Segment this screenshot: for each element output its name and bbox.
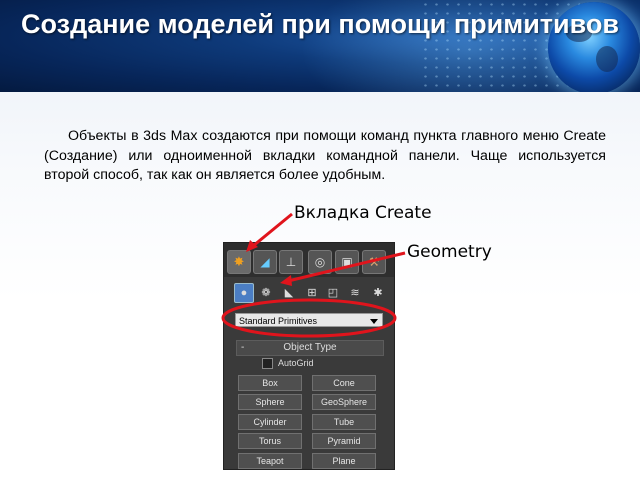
lights-category-button[interactable]: ◣ bbox=[280, 283, 298, 301]
slide-title: Создание моделей при помощи примитивов bbox=[21, 9, 619, 39]
object-type-rollout-header[interactable]: - Object Type bbox=[236, 340, 384, 356]
dropdown-arrow-icon bbox=[370, 319, 378, 324]
shapes-category-button[interactable]: ❁ bbox=[257, 283, 275, 301]
display-tab[interactable]: ▣ bbox=[335, 250, 359, 274]
callout-geometry: Geometry bbox=[407, 242, 492, 262]
create-tab[interactable]: ✸ bbox=[227, 250, 251, 274]
motion-icon: ◎ bbox=[314, 255, 326, 269]
teapot-button[interactable]: Teapot bbox=[238, 453, 302, 469]
shapes-icon: ❁ bbox=[261, 286, 271, 299]
pyramid-button[interactable]: Pyramid bbox=[312, 433, 376, 449]
geosphere-button[interactable]: GeoSphere bbox=[312, 394, 376, 410]
hierarchy-icon: ⊥ bbox=[285, 255, 297, 269]
rollout-title: Object Type bbox=[283, 342, 337, 353]
sphere-button[interactable]: Sphere bbox=[238, 394, 302, 410]
command-panel-tabs: ✸ ◢ ⊥ ◎ ▣ ⚒ bbox=[224, 243, 394, 277]
body-paragraph: Объекты в 3ds Max создаются при помощи к… bbox=[44, 128, 606, 183]
tube-button[interactable]: Tube bbox=[312, 414, 376, 430]
cone-button[interactable]: Cone bbox=[312, 375, 376, 391]
systems-icon: ✱ bbox=[373, 286, 383, 299]
box-button[interactable]: Box bbox=[238, 375, 302, 391]
autogrid-label: AutoGrid bbox=[278, 358, 314, 368]
cameras-category-button[interactable]: ⊞ bbox=[303, 283, 321, 301]
geometry-icon: ● bbox=[240, 287, 248, 299]
cylinder-button[interactable]: Cylinder bbox=[238, 414, 302, 430]
hierarchy-tab[interactable]: ⊥ bbox=[279, 250, 303, 274]
helpers-category-button[interactable]: ◰ bbox=[324, 283, 342, 301]
command-panel: ✸ ◢ ⊥ ◎ ▣ ⚒ ● ❁ ◣ ⊞ ◰ ≋ ✱ Standard Primi… bbox=[223, 242, 395, 470]
callout-create-tab: Вкладка Create bbox=[294, 203, 432, 223]
geometry-category-button[interactable]: ● bbox=[234, 283, 254, 303]
lights-icon: ◣ bbox=[284, 286, 294, 299]
primitives-dropdown[interactable]: Standard Primitives bbox=[235, 313, 383, 327]
autogrid-checkbox[interactable] bbox=[262, 358, 273, 369]
utilities-icon: ⚒ bbox=[368, 255, 380, 269]
utilities-tab[interactable]: ⚒ bbox=[362, 250, 386, 274]
dropdown-value: Standard Primitives bbox=[239, 316, 318, 326]
rollout-toggle: - bbox=[241, 342, 245, 353]
globe-continent bbox=[596, 46, 618, 72]
space-warps-category-button[interactable]: ≋ bbox=[346, 283, 364, 301]
systems-category-button[interactable]: ✱ bbox=[369, 283, 387, 301]
space-warps-icon: ≋ bbox=[350, 286, 360, 299]
torus-button[interactable]: Torus bbox=[238, 433, 302, 449]
category-buttons: ● ❁ ◣ ⊞ ◰ ≋ ✱ bbox=[224, 281, 394, 305]
cameras-icon: ⊞ bbox=[307, 286, 317, 299]
modify-tab[interactable]: ◢ bbox=[253, 250, 277, 274]
create-icon: ✸ bbox=[233, 254, 245, 269]
motion-tab[interactable]: ◎ bbox=[308, 250, 332, 274]
helpers-icon: ◰ bbox=[327, 286, 339, 299]
plane-button[interactable]: Plane bbox=[312, 453, 376, 469]
display-icon: ▣ bbox=[341, 255, 353, 269]
modify-icon: ◢ bbox=[260, 255, 270, 269]
